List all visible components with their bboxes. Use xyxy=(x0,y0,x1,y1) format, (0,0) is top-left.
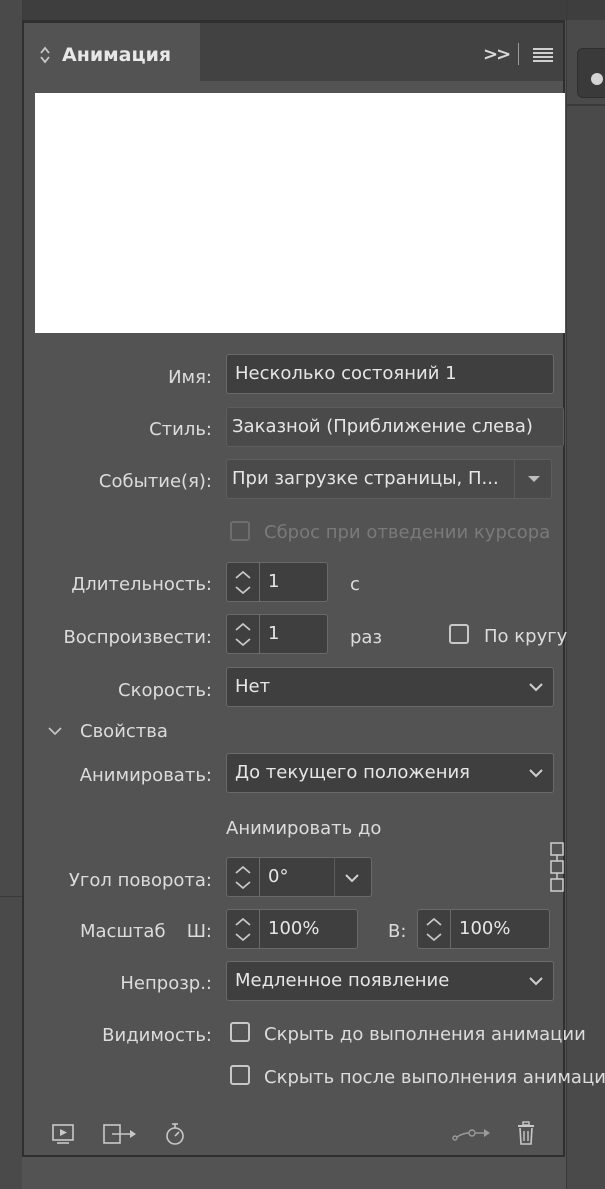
rotation-stepper[interactable] xyxy=(226,857,260,897)
scale-height-input[interactable]: 100% xyxy=(451,909,550,949)
circle-icon xyxy=(591,73,603,85)
chevron-down-icon[interactable] xyxy=(48,726,62,736)
chevron-down-icon xyxy=(529,977,543,986)
name-label: Имя: xyxy=(168,367,212,388)
animate-to-label: Анимировать до xyxy=(226,818,382,839)
scale-height-label: В: xyxy=(388,921,407,942)
opacity-dropdown[interactable]: Медленное появление xyxy=(226,961,554,1001)
panel-title: Анимация xyxy=(62,44,172,66)
preview-play-icon[interactable] xyxy=(51,1122,75,1146)
opacity-value: Медленное появление xyxy=(235,970,450,991)
visibility-label: Видимость: xyxy=(102,1025,212,1046)
toolbar-separator xyxy=(518,43,519,65)
convert-path-icon[interactable] xyxy=(451,1123,493,1143)
name-input[interactable]: Несколько состояний 1 xyxy=(226,354,554,394)
scale-width-label: Ш: xyxy=(186,921,212,942)
style-value[interactable]: Заказной (Приближение слева) xyxy=(226,407,564,447)
reset-on-rollover-label: Сброс при отведении курсора xyxy=(264,522,551,543)
stepper-arrows-icon xyxy=(235,917,251,942)
hide-after-checkbox[interactable] xyxy=(230,1065,250,1085)
tab-animation[interactable]: Анимация xyxy=(24,23,200,81)
expand-panel-icon[interactable]: >> xyxy=(483,44,511,65)
background-top-bar xyxy=(0,0,605,20)
reset-on-rollover-checkbox[interactable] xyxy=(230,521,250,541)
loop-checkbox[interactable] xyxy=(449,624,469,644)
rotation-value: 0° xyxy=(268,866,289,887)
event-label: Событие(я): xyxy=(98,471,212,492)
play-input[interactable]: 1 xyxy=(260,614,328,654)
duration-unit: с xyxy=(350,574,360,595)
stepper-arrows-icon xyxy=(426,917,442,942)
scale-label: Масштаб xyxy=(80,921,166,942)
stepper-arrows-icon xyxy=(235,570,251,595)
duration-label: Длительность: xyxy=(71,574,212,595)
properties-section-title[interactable]: Свойства xyxy=(80,721,168,742)
animate-dropdown[interactable]: До текущего положения xyxy=(226,753,554,793)
event-value: При загрузке страницы, П... xyxy=(232,468,499,489)
scale-height-stepper[interactable] xyxy=(417,909,451,949)
loop-label: По кругу xyxy=(484,626,568,647)
chevron-down-icon xyxy=(529,769,543,778)
scale-width-input[interactable]: 100% xyxy=(260,909,358,949)
stepper-arrows-icon xyxy=(235,865,251,890)
rotation-dropdown-split xyxy=(334,858,335,896)
rotation-input[interactable]: 0° xyxy=(260,857,372,897)
animate-value: До текущего положения xyxy=(235,762,470,783)
hide-after-label: Скрыть после выполнения анимации xyxy=(264,1067,605,1088)
duration-input[interactable]: 1 xyxy=(260,562,328,602)
speed-dropdown[interactable]: Нет xyxy=(226,667,554,707)
play-label: Воспроизвести: xyxy=(63,627,212,648)
scale-width-stepper[interactable] xyxy=(226,909,260,949)
duration-stepper[interactable] xyxy=(226,562,260,602)
play-stepper[interactable] xyxy=(226,614,260,654)
animate-label: Анимировать: xyxy=(79,765,212,786)
trash-icon[interactable] xyxy=(515,1120,537,1146)
motion-path-icon[interactable] xyxy=(102,1122,138,1146)
background-left-area xyxy=(0,0,22,1189)
hide-before-label: Скрыть до выполнения анимации xyxy=(264,1024,586,1045)
stopwatch-icon[interactable] xyxy=(164,1121,186,1147)
stepper-arrows-icon xyxy=(235,622,251,647)
menu-icon[interactable] xyxy=(533,47,553,63)
animation-panel: Анимация >> Имя: Несколько состояний 1 С… xyxy=(22,20,605,1157)
collapse-toggle-icon[interactable] xyxy=(38,45,52,65)
style-label: Стиль: xyxy=(149,419,212,440)
play-unit: раз xyxy=(350,627,383,648)
background-divider xyxy=(0,896,22,897)
event-dropdown-split xyxy=(514,460,515,498)
event-dropdown[interactable]: При загрузке страницы, П... xyxy=(226,459,552,499)
panel-tabbar: Анимация >> xyxy=(24,23,563,81)
chevron-down-icon xyxy=(529,683,543,692)
right-dock-strip xyxy=(566,0,605,1189)
caret-down-icon[interactable] xyxy=(528,476,540,482)
rotation-label: Угол поворота: xyxy=(68,870,212,891)
reference-point-icon[interactable] xyxy=(549,842,565,892)
speed-value: Нет xyxy=(235,676,271,697)
speed-label: Скорость: xyxy=(118,680,212,701)
opacity-label: Непрозр.: xyxy=(120,973,212,994)
right-dock-divider xyxy=(567,104,605,106)
animation-preview xyxy=(35,93,565,333)
hide-before-checkbox[interactable] xyxy=(230,1022,250,1042)
right-dock-top xyxy=(567,0,605,20)
right-dock-widget[interactable] xyxy=(577,48,605,98)
chevron-down-icon[interactable] xyxy=(344,870,360,886)
